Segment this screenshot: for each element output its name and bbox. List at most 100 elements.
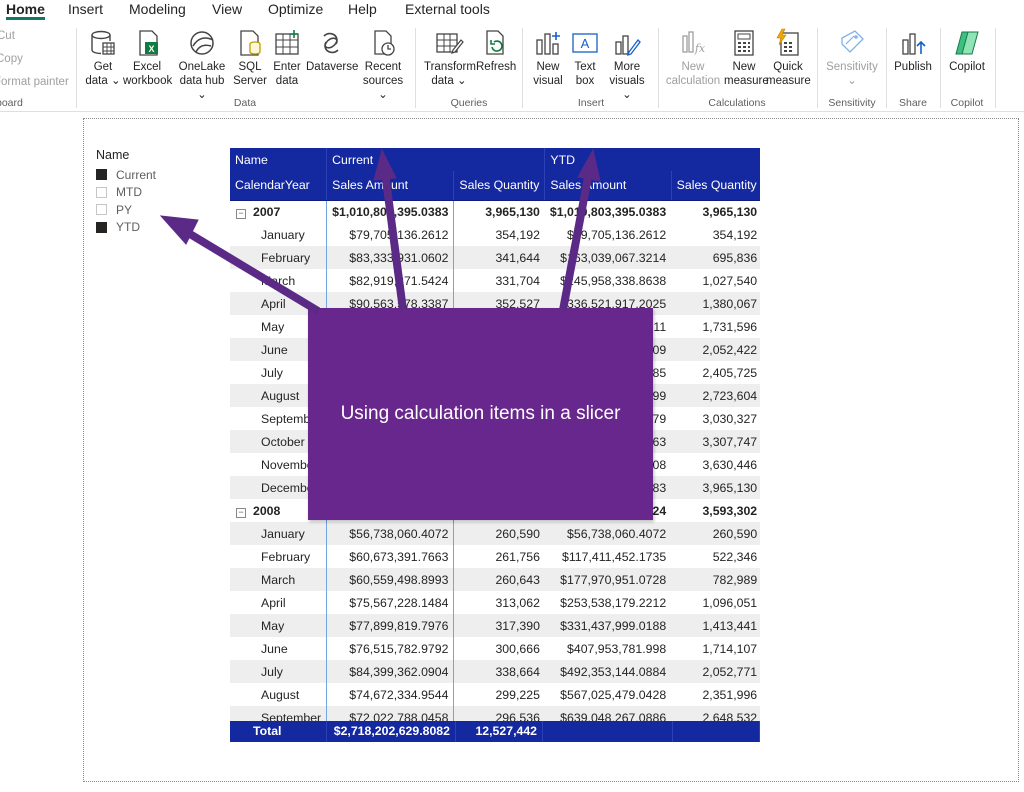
- slicer-item-py[interactable]: PY: [96, 201, 196, 219]
- tab-optimize[interactable]: Optimize: [268, 0, 323, 20]
- slicer-item-current[interactable]: Current: [96, 166, 196, 184]
- enter-data-label: Enter: [273, 61, 301, 73]
- collapse-icon[interactable]: −: [236, 208, 246, 219]
- matrix-header-name[interactable]: Name: [230, 148, 328, 171]
- cell-value: 2008: [253, 503, 281, 518]
- matrix-total-row: Total $2,718,202,629.8082 12,527,442: [230, 721, 760, 742]
- text-box-button[interactable]: A Text box: [569, 28, 601, 88]
- cell-value: 260,590: [712, 526, 758, 541]
- matrix-month-row[interactable]: March $82,919,271.5424 331,704 $245,958,338…: [230, 269, 760, 292]
- slicer-item-mtd[interactable]: MTD: [96, 184, 196, 202]
- cell-value: 1,714,107: [702, 641, 758, 656]
- cell-current-sales-quantity: 313,062: [453, 591, 545, 614]
- matrix-month-row[interactable]: June $76,515,782.9792 300,666 $407,953,781.…: [230, 637, 760, 660]
- cut-button[interactable]: Cut: [0, 30, 15, 42]
- total-label: Total: [230, 721, 327, 742]
- new-visual-button[interactable]: New visual: [532, 28, 564, 88]
- matrix-header-ytd[interactable]: YTD: [544, 148, 760, 171]
- power-bi-desktop-window: Home Insert Modeling View Optimize Help …: [0, 0, 1024, 792]
- format-painter-button[interactable]: Format painter: [0, 76, 69, 88]
- matrix-month-row[interactable]: February $60,673,391.7663 261,756 $117,411,…: [230, 545, 760, 568]
- matrix-month-row[interactable]: February $83,333,931.0602 341,644 $163,039,…: [230, 246, 760, 269]
- cell-value: 11: [653, 319, 667, 334]
- cell-value: 79: [652, 411, 667, 426]
- new-calc-label-2: calculation: [665, 75, 721, 87]
- cell-value: $245,958,338.8638: [560, 273, 667, 288]
- cell-value: January: [261, 526, 305, 541]
- tab-modeling[interactable]: Modeling: [129, 0, 186, 20]
- cell-ytd-sales-amount: $331,437,999.0188: [544, 614, 672, 637]
- matrix-month-row[interactable]: January $56,738,060.4072 260,590 $56,738,06…: [230, 522, 760, 545]
- excel-workbook-button[interactable]: X Excel workbook: [123, 28, 172, 88]
- checkbox-unchecked[interactable]: [96, 204, 107, 216]
- quick-measure-icon: [776, 28, 799, 56]
- copilot-label: Copilot: [949, 61, 985, 73]
- get-data-button[interactable]: Get data ⌄: [84, 28, 122, 88]
- cell-ytd-sales-quantity: 2,723,604: [671, 384, 760, 407]
- cell-ytd-sales-amount: $407,953,781.998: [544, 637, 672, 660]
- refresh-icon: [486, 30, 504, 55]
- sensitivity-button[interactable]: Sensitivity ⌄: [824, 28, 880, 88]
- cell-current-sales-quantity: 300,666: [453, 637, 545, 660]
- cell-value: March: [261, 572, 296, 587]
- refresh-button[interactable]: Refresh: [476, 28, 516, 74]
- onelake-label: OneLake: [178, 61, 226, 73]
- quick-measure-button[interactable]: Quick measure: [766, 28, 811, 88]
- matrix-header-current-sales-amount[interactable]: Sales Amount: [326, 171, 455, 201]
- collapse-icon[interactable]: −: [236, 507, 246, 518]
- copilot-button[interactable]: Copilot: [945, 28, 989, 74]
- checkbox-unchecked[interactable]: [96, 186, 107, 198]
- cell-ytd-sales-quantity: 3,593,302: [671, 499, 760, 522]
- matrix-month-row[interactable]: August $74,672,334.9544 299,225 $567,025,47…: [230, 683, 760, 706]
- onelake-data-hub-button[interactable]: OneLake data hub ⌄: [176, 28, 228, 102]
- cell-value: 354,192: [495, 227, 540, 242]
- recent-sources-button[interactable]: Recent sources ⌄: [358, 28, 408, 102]
- cell-value: July: [261, 365, 283, 380]
- matrix-month-row[interactable]: March $60,559,498.8993 260,643 $177,970,951…: [230, 568, 760, 591]
- cell-value: $253,538,179.2212: [560, 595, 667, 610]
- new-measure-label: New: [732, 61, 756, 73]
- matrix-header-calendar-year[interactable]: CalendarYear: [230, 171, 328, 201]
- name-slicer[interactable]: Name Current MTD PY YTD: [96, 148, 196, 236]
- cell-ytd-sales-amount: $163,039,067.3214: [544, 246, 672, 269]
- cell-value: $1,010,803,395.0383: [549, 204, 667, 219]
- cell-row-label: April: [230, 591, 328, 614]
- new-visual-label: New: [536, 61, 560, 73]
- matrix-month-row[interactable]: July $84,399,362.0904 338,664 $492,353,144.…: [230, 660, 760, 683]
- cell-value: January: [261, 227, 305, 242]
- text-box-icon: A: [572, 33, 598, 53]
- tab-insert[interactable]: Insert: [68, 0, 103, 20]
- tab-external-tools[interactable]: External tools: [405, 0, 490, 20]
- matrix-month-row[interactable]: May $77,899,819.7976 317,390 $331,437,999.0…: [230, 614, 760, 637]
- slicer-item-ytd[interactable]: YTD: [96, 219, 196, 237]
- matrix-header-ytd-sales-quantity[interactable]: Sales Quantity: [671, 171, 760, 201]
- matrix-header-current-sales-quantity[interactable]: Sales Quantity: [453, 171, 546, 201]
- dataverse-button[interactable]: Dataverse: [306, 28, 358, 74]
- ribbon-separator: [76, 28, 77, 108]
- publish-button[interactable]: Publish: [892, 28, 934, 74]
- cell-ytd-sales-amount: $492,353,144.0884: [544, 660, 672, 683]
- cell-value: 299,225: [495, 687, 540, 702]
- cell-value: 08: [652, 457, 667, 472]
- tab-view[interactable]: View: [212, 0, 242, 20]
- sql-server-button[interactable]: SQL Server: [232, 28, 268, 88]
- cell-current-sales-amount: $76,515,782.9792: [326, 637, 455, 660]
- recent-sources-icon: [374, 30, 395, 56]
- matrix-month-row[interactable]: January $79,705,136.2612 354,192 $79,705,13…: [230, 223, 760, 246]
- cell-current-sales-amount: $79,705,136.2612: [326, 223, 455, 246]
- cell-value: 341,644: [495, 250, 540, 265]
- checkbox-checked[interactable]: [96, 169, 107, 181]
- matrix-year-row[interactable]: −2007 $1,010,803,395.0383 3,965,130 $1,010,…: [230, 200, 760, 223]
- checkbox-checked[interactable]: [96, 221, 107, 233]
- matrix-month-row[interactable]: April $75,567,228.1484 313,062 $253,538,179…: [230, 591, 760, 614]
- tab-home[interactable]: Home: [6, 0, 45, 20]
- enter-data-button[interactable]: Enter data: [270, 28, 304, 88]
- tab-help[interactable]: Help: [348, 0, 377, 20]
- matrix-header-current[interactable]: Current: [326, 148, 546, 171]
- copy-button[interactable]: Copy: [0, 53, 23, 65]
- matrix-header-ytd-sales-amount[interactable]: Sales Amount: [544, 171, 672, 201]
- transform-data-button[interactable]: Transform data ⌄: [424, 28, 476, 88]
- more-visuals-button[interactable]: More visuals ⌄: [604, 28, 650, 102]
- new-calculation-button[interactable]: fx New calculation: [664, 28, 722, 88]
- new-measure-button[interactable]: New measure: [724, 28, 769, 88]
